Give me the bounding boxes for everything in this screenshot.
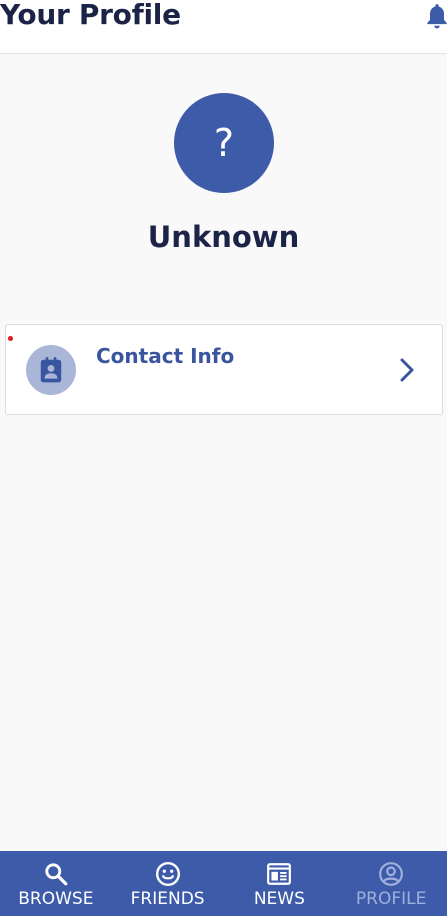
- app-header: Your Profile: [0, 0, 447, 54]
- contact-info-row[interactable]: Contact Info: [5, 324, 443, 415]
- tab-friends-label: FRIENDS: [130, 889, 205, 909]
- avatar[interactable]: ?: [174, 93, 274, 193]
- tab-profile[interactable]: PROFILE: [335, 851, 447, 916]
- contact-info-label: Contact Info: [96, 344, 235, 368]
- contact-card-icon-container: [26, 345, 76, 395]
- avatar-placeholder-text: ?: [213, 121, 235, 165]
- newspaper-icon: [267, 863, 292, 885]
- tab-friends[interactable]: FRIENDS: [112, 851, 224, 916]
- notification-dot: [8, 336, 13, 341]
- tab-news[interactable]: NEWS: [224, 851, 336, 916]
- tab-browse-label: BROWSE: [18, 889, 94, 909]
- bell-icon[interactable]: [424, 2, 447, 30]
- profile-name: Unknown: [147, 220, 300, 254]
- search-icon: [45, 863, 68, 886]
- user-circle-icon: [379, 862, 404, 886]
- tab-profile-label: PROFILE: [355, 889, 427, 909]
- tab-news-label: NEWS: [253, 889, 305, 909]
- contact-card-icon: [40, 357, 62, 383]
- page-title: Your Profile: [0, 0, 181, 31]
- bottom-tab-bar: BROWSE FRIENDS NEWS PROFILE: [0, 851, 447, 916]
- smiley-icon: [155, 861, 180, 887]
- tab-browse[interactable]: BROWSE: [0, 851, 112, 916]
- chevron-right-icon: [400, 358, 414, 382]
